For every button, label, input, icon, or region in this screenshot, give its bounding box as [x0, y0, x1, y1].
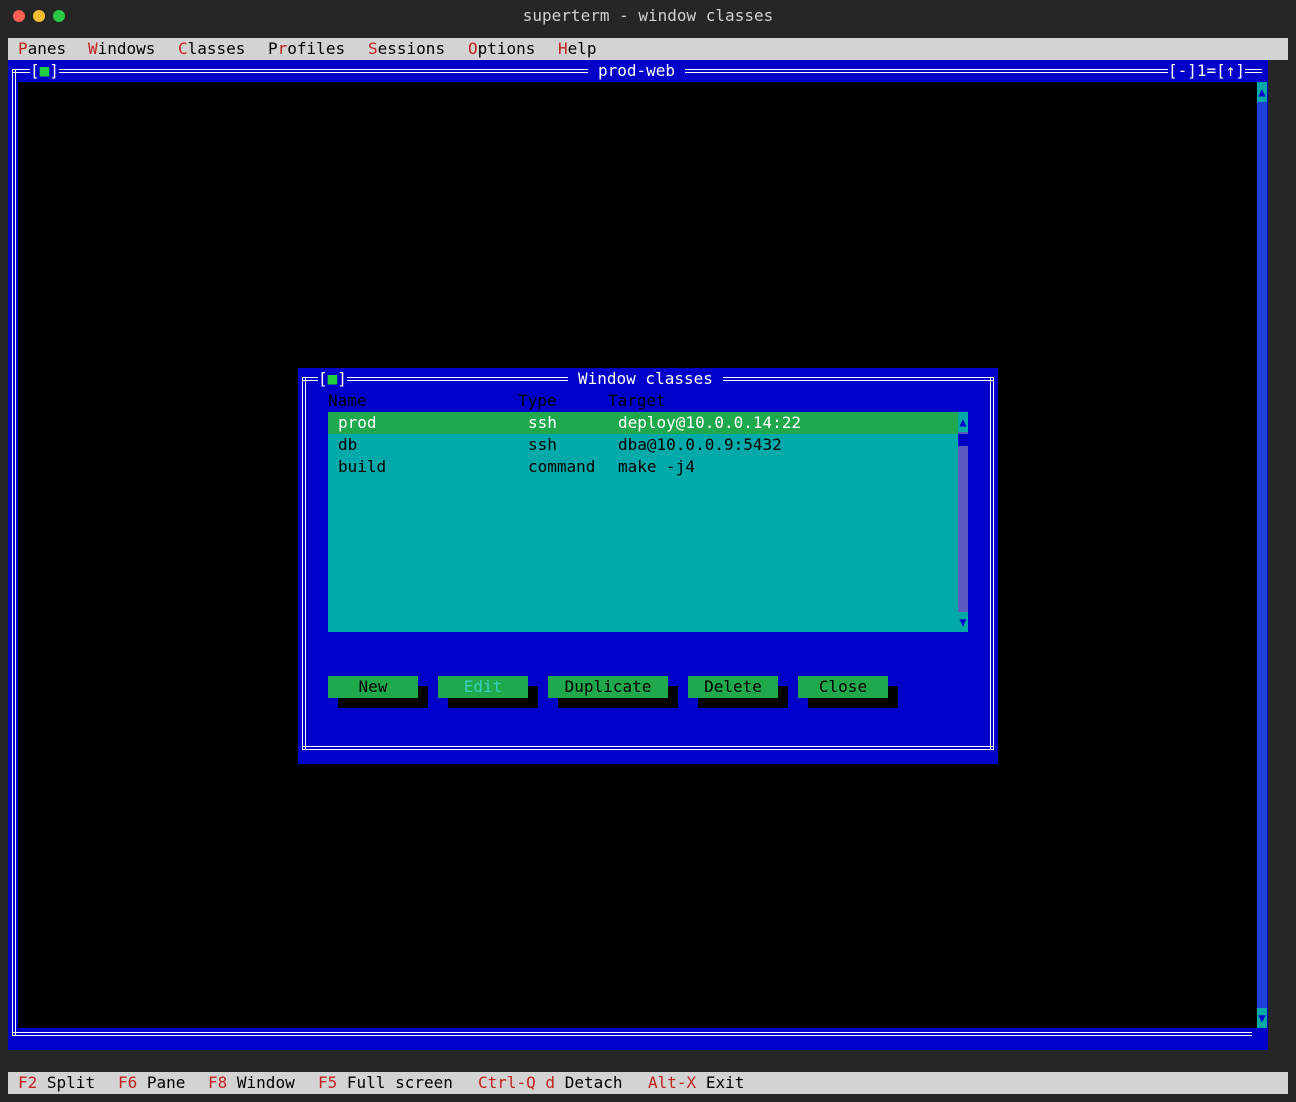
edit-button[interactable]: Edit — [438, 676, 528, 698]
list-item[interactable]: build command make -j4 — [328, 456, 958, 478]
list-item[interactable]: db ssh dba@10.0.0.9:5432 — [328, 434, 958, 456]
column-header-name[interactable]: Name — [328, 390, 367, 412]
window-title: superterm - window classes — [522, 6, 774, 25]
menu-options[interactable]: Options — [468, 38, 535, 60]
title-bar: superterm - window classes — [0, 0, 1296, 32]
delete-button-wrap: Delete — [688, 676, 788, 708]
menu-classes[interactable]: Classes — [178, 38, 245, 60]
shortcut-pane[interactable]: F6 Pane — [118, 1072, 185, 1094]
column-header-target[interactable]: Target — [608, 390, 666, 412]
column-header-type[interactable]: Type — [518, 390, 557, 412]
delete-button[interactable]: Delete — [688, 676, 778, 698]
frame-left — [12, 69, 16, 1036]
menu-windows[interactable]: Windows — [88, 38, 155, 60]
list-scroll-thumb[interactable] — [958, 434, 968, 446]
menu-sessions[interactable]: Sessions — [368, 38, 445, 60]
pane-scrollbar[interactable]: ▲ ▼ — [1257, 82, 1267, 1028]
menu-panes[interactable]: Panes — [18, 38, 66, 60]
new-button[interactable]: New — [328, 676, 418, 698]
scroll-down-icon[interactable]: ▼ — [1257, 1008, 1267, 1028]
list-scroll-down-icon[interactable]: ▼ — [958, 612, 968, 632]
dialog-frame-left — [302, 377, 306, 750]
pane-window-controls[interactable]: [-]1=[↑] — [1168, 60, 1246, 82]
menu-bar: Panes Windows Classes Profiles Sessions … — [8, 38, 1288, 60]
pane-title: prod-web — [588, 60, 686, 82]
shortcut-detach[interactable]: Ctrl-Q d Detach — [478, 1072, 623, 1094]
list-item[interactable]: prod ssh deploy@10.0.0.14:22 — [328, 412, 958, 434]
edit-button-wrap: Edit — [438, 676, 538, 708]
pane-close-box[interactable]: [■] — [30, 60, 59, 82]
window-classes-dialog[interactable]: [■] Window classes Name Type Target prod… — [298, 368, 998, 764]
classes-list[interactable]: prod ssh deploy@10.0.0.14:22 db ssh dba@… — [328, 412, 958, 632]
list-scroll-up-icon[interactable]: ▲ — [958, 412, 968, 432]
menu-profiles[interactable]: Profiles — [268, 38, 345, 60]
dialog-title: Window classes — [568, 368, 723, 390]
list-scrollbar[interactable]: ▲ ▼ — [958, 412, 968, 632]
menu-help[interactable]: Help — [558, 38, 597, 60]
new-button-wrap: New — [328, 676, 428, 708]
scroll-up-icon[interactable]: ▲ — [1257, 82, 1267, 102]
dialog-frame-right — [990, 377, 994, 750]
status-bar: F2 Split F6 Pane F8 Window F5 Full scree… — [8, 1072, 1288, 1094]
close-button[interactable]: Close — [798, 676, 888, 698]
duplicate-button[interactable]: Duplicate — [548, 676, 668, 698]
dialog-frame-bottom — [302, 746, 994, 750]
frame-bottom — [12, 1032, 1252, 1036]
duplicate-button-wrap: Duplicate — [548, 676, 678, 708]
dialog-close-box[interactable]: [■] — [318, 368, 347, 390]
shortcut-window[interactable]: F8 Window — [208, 1072, 295, 1094]
close-button-wrap: Close — [798, 676, 898, 708]
shortcut-full-screen[interactable]: F5 Full screen — [318, 1072, 453, 1094]
shortcut-split[interactable]: F2 Split — [18, 1072, 95, 1094]
shortcut-exit[interactable]: Alt-X Exit — [648, 1072, 744, 1094]
